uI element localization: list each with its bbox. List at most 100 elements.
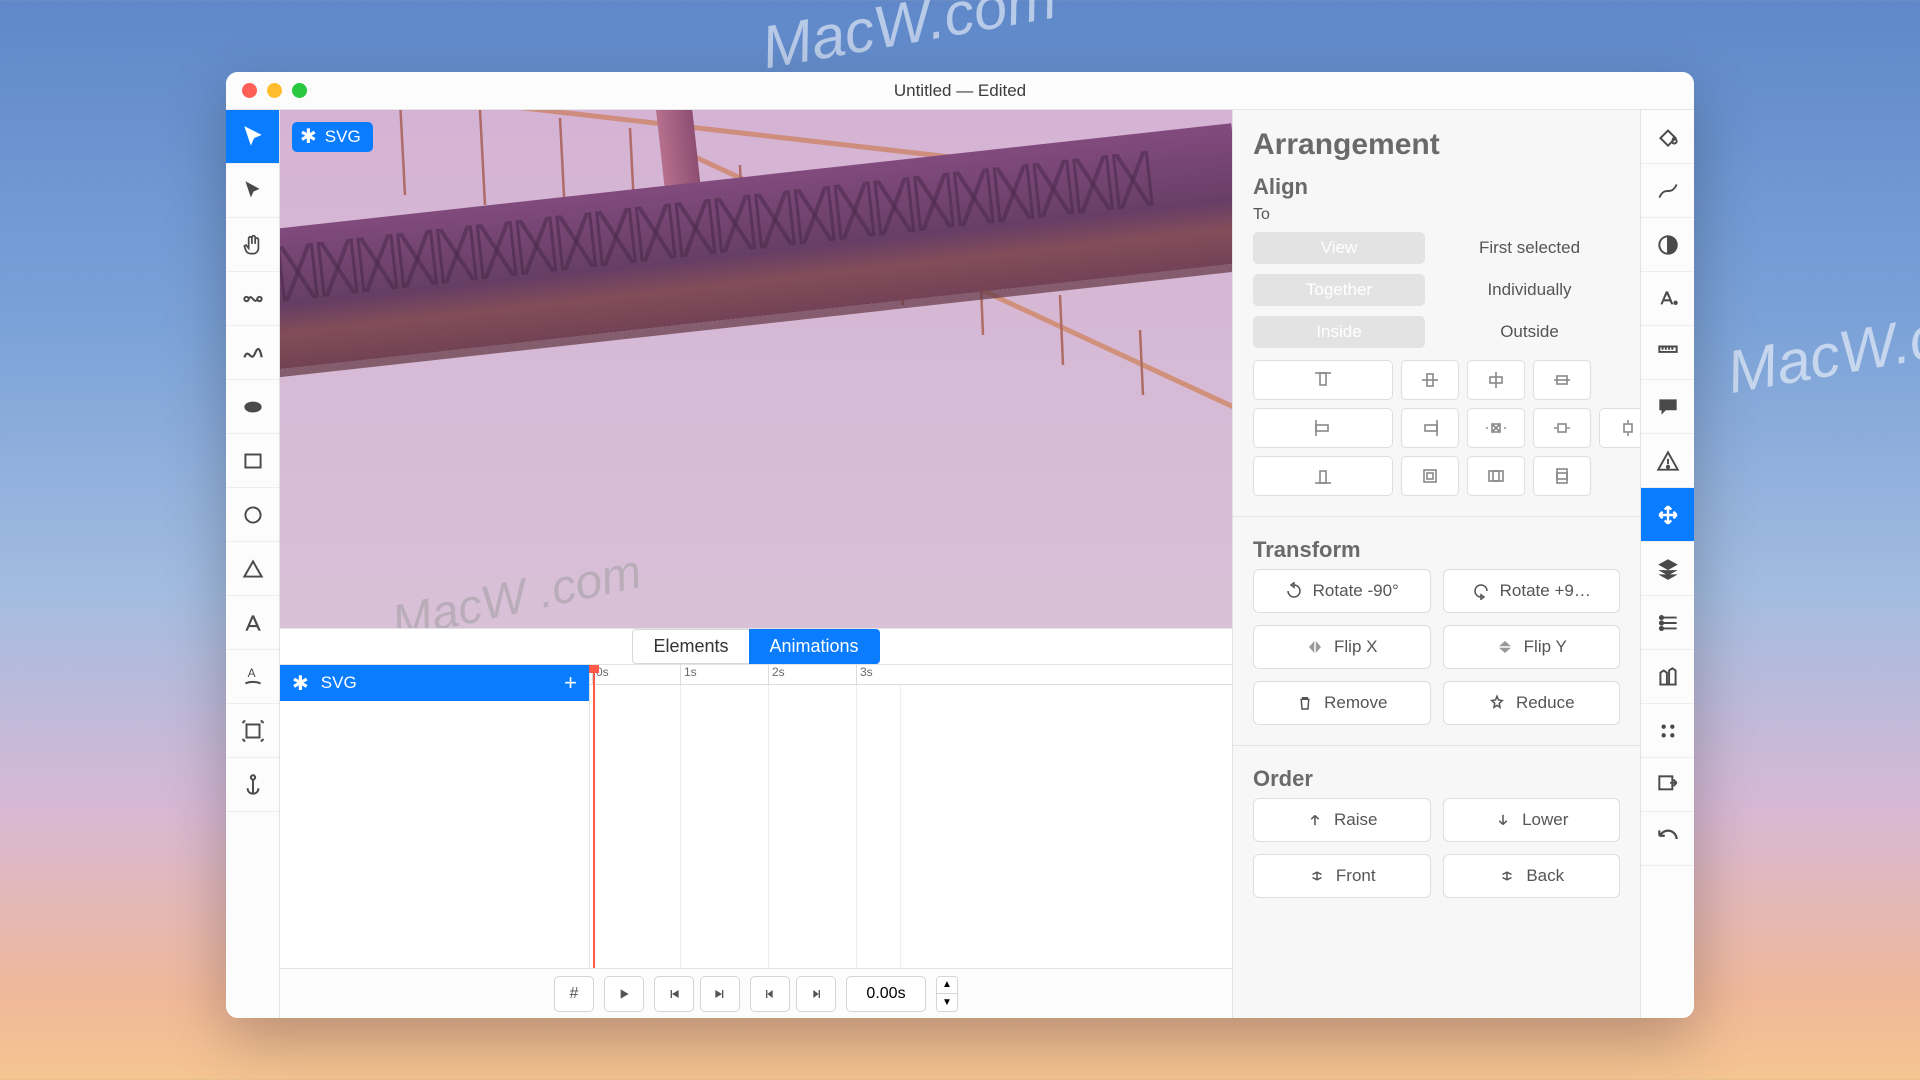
align-center-h[interactable] <box>1401 360 1459 400</box>
align-center-v[interactable] <box>1467 360 1525 400</box>
align-grid <box>1253 360 1620 496</box>
rotate-plus-90[interactable]: Rotate +9… <box>1443 569 1621 613</box>
rotate-minus-90[interactable]: Rotate -90° <box>1253 569 1431 613</box>
align-individually[interactable]: Individually <box>1439 280 1620 300</box>
selection-badge-label: SVG <box>325 127 361 147</box>
freehand-tool[interactable] <box>226 326 279 380</box>
undo-button[interactable] <box>1641 812 1694 866</box>
tracks-grid <box>590 685 1232 968</box>
align-heading: Align <box>1253 174 1620 200</box>
window-title: Untitled — Edited <box>226 81 1694 101</box>
rectangle-tool[interactable] <box>226 434 279 488</box>
align-to-first-selected[interactable]: First selected <box>1439 238 1620 258</box>
layer-item-svg[interactable]: ✱ SVG + <box>280 665 589 701</box>
skip-end-button[interactable] <box>700 976 740 1012</box>
circle-tool[interactable] <box>226 488 279 542</box>
typography-panel[interactable] <box>1641 272 1694 326</box>
tick-3s: 3s <box>856 665 873 684</box>
ellipse-fill-tool[interactable] <box>226 380 279 434</box>
stepper-up[interactable]: ▲ <box>937 977 957 995</box>
align-top[interactable] <box>1253 360 1393 400</box>
distribute-h-center[interactable] <box>1533 408 1591 448</box>
align-to-label: To <box>1253 206 1620 224</box>
layers-column: ✱ SVG + <box>280 665 590 968</box>
watermark: MacW.c <box>1722 302 1920 407</box>
add-animation-button[interactable]: + <box>564 670 577 696</box>
order-back[interactable]: Back <box>1443 854 1621 898</box>
align-outside[interactable]: Outside <box>1439 322 1620 342</box>
timeline: ✱ SVG + 0s 1s 2s 3s <box>280 665 1232 968</box>
reduce-transform[interactable]: Reduce <box>1443 681 1621 725</box>
tick-1s: 1s <box>680 665 697 684</box>
playhead[interactable] <box>593 665 595 968</box>
left-toolbar: A <box>226 110 280 1018</box>
asterisk-icon: ✱ <box>292 671 309 696</box>
distribute-v[interactable] <box>1599 408 1640 448</box>
library-panel[interactable] <box>1641 650 1694 704</box>
canvas[interactable]: ✱ SVG MacW .com <box>280 110 1232 628</box>
node-tool[interactable] <box>226 272 279 326</box>
flip-y[interactable]: Flip Y <box>1443 625 1621 669</box>
align-middle[interactable] <box>1533 360 1591 400</box>
canvas-tint <box>280 110 1232 628</box>
step-forward-button[interactable] <box>796 976 836 1012</box>
text-path-tool[interactable]: A <box>226 650 279 704</box>
warning-panel[interactable] <box>1641 434 1694 488</box>
bottom-panel: Elements Animations ✱ SVG + 0s <box>280 628 1232 1018</box>
order-raise[interactable]: Raise <box>1253 798 1431 842</box>
stack-3[interactable] <box>1533 456 1591 496</box>
order-front[interactable]: Front <box>1253 854 1431 898</box>
fill-panel[interactable] <box>1641 110 1694 164</box>
stroke-panel[interactable] <box>1641 164 1694 218</box>
artboard-tool[interactable] <box>226 704 279 758</box>
play-button[interactable] <box>604 976 644 1012</box>
right-toolbar <box>1640 110 1694 1018</box>
transport-bar: # 0.00s ▲▼ <box>280 968 1232 1018</box>
ruler-panel[interactable] <box>1641 326 1694 380</box>
align-left[interactable] <box>1253 408 1393 448</box>
align-inside[interactable]: Inside <box>1253 316 1425 348</box>
layers-panel[interactable] <box>1641 542 1694 596</box>
app-window: Untitled — Edited A <box>226 72 1694 1018</box>
transform-heading: Transform <box>1253 537 1620 563</box>
tracks-column[interactable]: 0s 1s 2s 3s <box>590 665 1232 968</box>
stepper-down[interactable]: ▼ <box>937 994 957 1011</box>
triangle-tool[interactable] <box>226 542 279 596</box>
watermark: MacW.com <box>756 0 1061 82</box>
properties-panel[interactable] <box>1641 596 1694 650</box>
settings-panel[interactable] <box>1641 704 1694 758</box>
inspector-panel: Arrangement Align To View First selected… <box>1232 110 1640 1018</box>
order-lower[interactable]: Lower <box>1443 798 1621 842</box>
panel-tabs: Elements Animations <box>280 629 1232 665</box>
step-back-button[interactable] <box>750 976 790 1012</box>
arrangement-panel[interactable] <box>1641 488 1694 542</box>
tab-elements[interactable]: Elements <box>632 629 748 664</box>
distribute-h[interactable] <box>1467 408 1525 448</box>
remove-transform[interactable]: Remove <box>1253 681 1431 725</box>
select-tool[interactable] <box>226 110 279 164</box>
svg-text:A: A <box>247 666 255 680</box>
center-column: ✱ SVG MacW .com Elements Animations ✱ SV… <box>280 110 1232 1018</box>
layer-label: SVG <box>321 673 357 693</box>
stack-1[interactable] <box>1401 456 1459 496</box>
pan-tool[interactable] <box>226 218 279 272</box>
selection-badge[interactable]: ✱ SVG <box>292 122 373 152</box>
anchor-tool[interactable] <box>226 758 279 812</box>
timeline-ruler[interactable]: 0s 1s 2s 3s <box>590 665 1232 685</box>
align-to-view[interactable]: View <box>1253 232 1425 264</box>
align-bottom[interactable] <box>1253 456 1393 496</box>
align-together[interactable]: Together <box>1253 274 1425 306</box>
skip-start-button[interactable] <box>654 976 694 1012</box>
tab-animations[interactable]: Animations <box>749 629 880 664</box>
comments-panel[interactable] <box>1641 380 1694 434</box>
export-panel[interactable] <box>1641 758 1694 812</box>
snap-toggle[interactable]: # <box>554 976 594 1012</box>
align-right[interactable] <box>1401 408 1459 448</box>
time-display[interactable]: 0.00s <box>846 976 926 1012</box>
text-tool[interactable] <box>226 596 279 650</box>
time-stepper[interactable]: ▲▼ <box>936 976 958 1012</box>
stack-2[interactable] <box>1467 456 1525 496</box>
flip-x[interactable]: Flip X <box>1253 625 1431 669</box>
contrast-panel[interactable] <box>1641 218 1694 272</box>
direct-select-tool[interactable] <box>226 164 279 218</box>
